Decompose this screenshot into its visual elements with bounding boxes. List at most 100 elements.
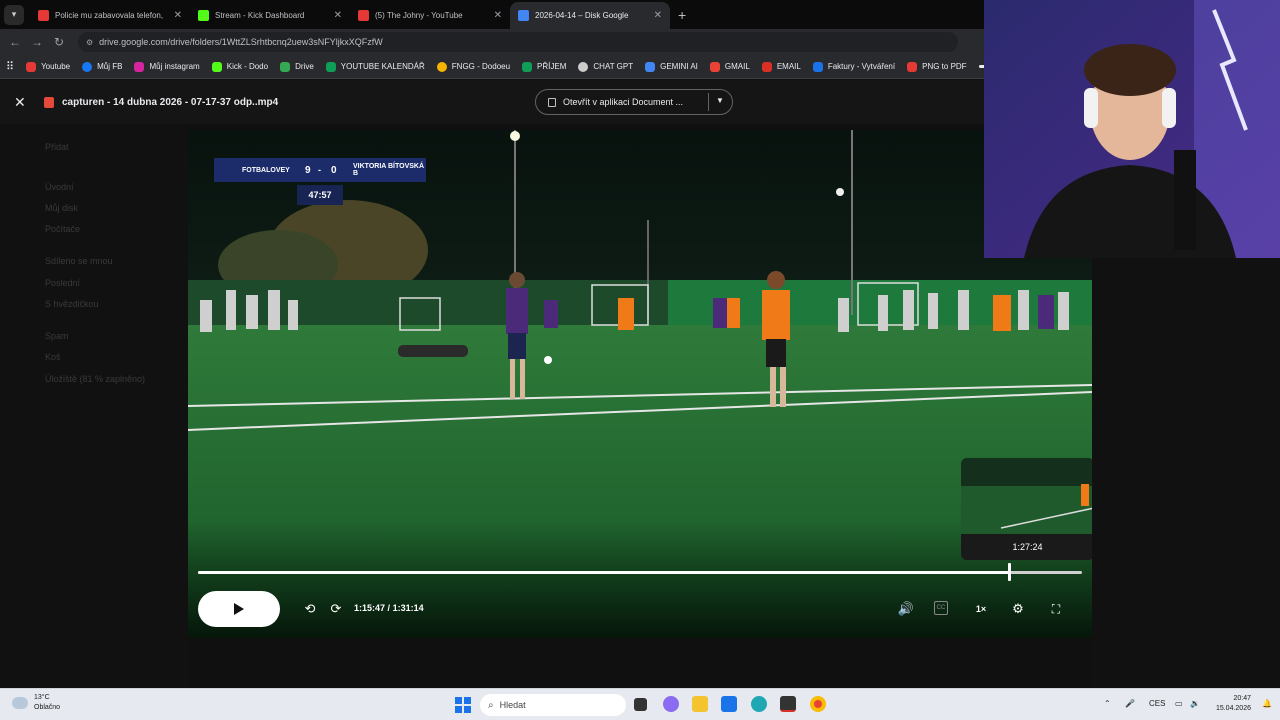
chevron-down-icon[interactable]: ▼ — [716, 96, 724, 105]
apps-icon[interactable]: ⠿ — [6, 60, 14, 73]
kick-icon — [211, 61, 222, 72]
sidebar-item: Spam — [45, 331, 69, 341]
gemini-icon — [645, 61, 656, 72]
pdf-icon — [907, 61, 918, 72]
volume-icon[interactable]: 🔊 — [897, 600, 915, 618]
captions-icon[interactable]: CC — [934, 601, 948, 615]
url-field[interactable]: ⚙ drive.google.com/drive/folders/1WttZLSr… — [78, 32, 958, 52]
play-icon — [234, 603, 244, 615]
forward-10-icon[interactable]: ⟳ — [327, 600, 345, 618]
windows-start-icon[interactable] — [455, 697, 471, 713]
youtube-favicon-icon — [358, 10, 369, 21]
tab-title: (5) The Johny - YouTube — [375, 11, 463, 20]
time: 20:47 — [1233, 695, 1251, 702]
email-icon — [761, 61, 772, 72]
tab-search-menu-icon[interactable]: ▾ — [4, 4, 24, 25]
bookmark-facebook[interactable]: Můj FB — [82, 61, 122, 72]
away-score: 0 — [331, 164, 337, 176]
settings-gear-icon[interactable]: ⚙ — [1009, 600, 1027, 618]
tab-4-active[interactable]: 2026-04-14 – Disk Google ✕ — [510, 2, 670, 29]
bookmark-instagram[interactable]: Můj instagram — [134, 61, 200, 72]
file-name: capturen - 14 dubna 2026 - 07-17-37 odp.… — [62, 96, 279, 108]
sheets-icon — [325, 61, 336, 72]
sidebar-item: Můj disk — [45, 203, 79, 213]
chatgpt-icon — [578, 61, 589, 72]
show-hidden-icons[interactable]: ⌃ — [1104, 699, 1111, 708]
tab-1[interactable]: Policie mu zabavovala telefon, ✕ — [30, 2, 190, 29]
sheets-icon — [522, 61, 533, 72]
open-with-label: Otevřít v aplikaci Document ... — [563, 97, 684, 107]
seek-bar[interactable] — [198, 563, 1082, 581]
windows-taskbar: 13°C Oblačno ⌕ Hledat ⌃ 🎤 CES ▭ 🔉 20:47 15.… — [0, 688, 1280, 720]
faktury-icon — [812, 61, 823, 72]
webcam-overlay — [984, 0, 1280, 258]
file-explorer-icon[interactable] — [692, 696, 708, 712]
game-clock: 47:57 — [297, 185, 343, 205]
sidebar-item: Poslední — [45, 278, 81, 288]
copilot-icon[interactable] — [663, 696, 679, 712]
bookmark-kick[interactable]: Kick - Dodo — [211, 61, 268, 72]
instagram-icon — [134, 61, 145, 72]
outlook-icon[interactable] — [721, 696, 737, 712]
preview-time: 1:27:24 — [961, 534, 1092, 560]
site-info-icon[interactable]: ⚙ — [86, 38, 93, 47]
bookmark-chatgpt[interactable]: CHAT GPT — [578, 61, 633, 72]
bookmark-drive[interactable]: Drive — [280, 61, 314, 72]
play-button[interactable] — [198, 591, 280, 627]
close-tab-icon[interactable]: ✕ — [654, 10, 662, 21]
bookmark-faktury[interactable]: Faktury - Vytváření — [812, 61, 895, 72]
open-with-button[interactable]: Otevřít v aplikaci Document ... ▼ — [535, 89, 733, 115]
drive-favicon-icon — [518, 10, 529, 21]
bookmark-youtube[interactable]: Youtube — [26, 61, 70, 72]
away-team-name: VIKTORIA BÍTOVSKÁ B — [353, 163, 425, 177]
task-view-icon[interactable] — [634, 698, 647, 711]
taskbar-search[interactable]: ⌕ Hledat — [480, 694, 626, 716]
seek-hover-preview: 1:27:24 — [961, 458, 1092, 560]
close-tab-icon[interactable]: ✕ — [174, 10, 182, 21]
document-icon — [548, 97, 556, 107]
volume-tray-icon[interactable]: 🔉 — [1190, 699, 1200, 708]
video-player[interactable]: FOTBALOVEY 9 - 0 VIKTORIA BÍTOVSKÁ B 47:… — [188, 130, 1092, 638]
back-icon[interactable]: ← — [4, 35, 26, 49]
new-tab-icon[interactable]: + — [678, 7, 686, 23]
drive-sidebar-dimmed: Přidat Úvodní Můj disk Počítače Sdíleno … — [0, 124, 188, 688]
fullscreen-icon[interactable]: ⛶ — [1047, 600, 1065, 618]
seek-handle[interactable] — [1008, 563, 1012, 581]
facebook-icon — [82, 61, 93, 72]
notification-bell-icon[interactable]: 🔔 — [1262, 699, 1272, 708]
forward-icon[interactable]: → — [26, 35, 48, 49]
bookmarks-bar: ⠿ Youtube Můj FB Můj instagram Kick - Do… — [0, 55, 984, 79]
bookmark-prijem[interactable]: PŘÍJEM — [522, 61, 566, 72]
bookmark-gmail[interactable]: GMAIL — [709, 61, 750, 72]
tab-title: Stream - Kick Dashboard — [215, 11, 305, 20]
edge-icon[interactable] — [751, 696, 767, 712]
kick-favicon-icon — [198, 10, 209, 21]
close-tab-icon[interactable]: ✕ — [494, 10, 502, 21]
close-preview-icon[interactable]: ✕ — [14, 94, 36, 111]
url-text: drive.google.com/drive/folders/1WttZLSrh… — [99, 37, 383, 47]
bookmark-youtube-calendar[interactable]: YOUTUBE KALENDÁŘ — [325, 61, 425, 72]
network-icon[interactable]: ▭ — [1175, 699, 1183, 708]
capture-app-icon[interactable] — [780, 696, 796, 712]
tab-2[interactable]: Stream - Kick Dashboard ✕ — [190, 2, 350, 29]
fngg-icon — [436, 61, 447, 72]
sidebar-item: Sdíleno se mnou — [45, 256, 113, 266]
tab-3[interactable]: (5) The Johny - YouTube ✕ — [350, 2, 510, 29]
bookmark-fngg[interactable]: FNGG - Dodoeu — [436, 61, 510, 72]
weather-desc: Oblačno — [34, 704, 61, 711]
microphone-icon[interactable]: 🎤 — [1125, 699, 1135, 708]
speed-button[interactable]: 1× — [971, 602, 991, 616]
weather-widget[interactable]: 13°C Oblačno — [12, 693, 60, 713]
bookmark-gemini[interactable]: GEMINI AI — [645, 61, 698, 72]
language-indicator[interactable]: CES — [1149, 699, 1165, 708]
divider — [708, 93, 709, 111]
close-tab-icon[interactable]: ✕ — [334, 10, 342, 21]
duration: 1:31:14 — [392, 603, 424, 613]
bookmark-email[interactable]: EMAIL — [761, 61, 801, 72]
chrome-icon[interactable] — [810, 696, 826, 712]
reload-icon[interactable]: ↻ — [48, 35, 70, 49]
taskbar-clock[interactable]: 20:47 15.04.2026 — [1207, 694, 1251, 714]
bookmark-png-to-pdf[interactable]: PNG to PDF — [907, 61, 967, 72]
rewind-10-icon[interactable]: ⟲ — [301, 600, 319, 618]
scoreboard: FOTBALOVEY 9 - 0 VIKTORIA BÍTOVSKÁ B — [214, 158, 426, 182]
